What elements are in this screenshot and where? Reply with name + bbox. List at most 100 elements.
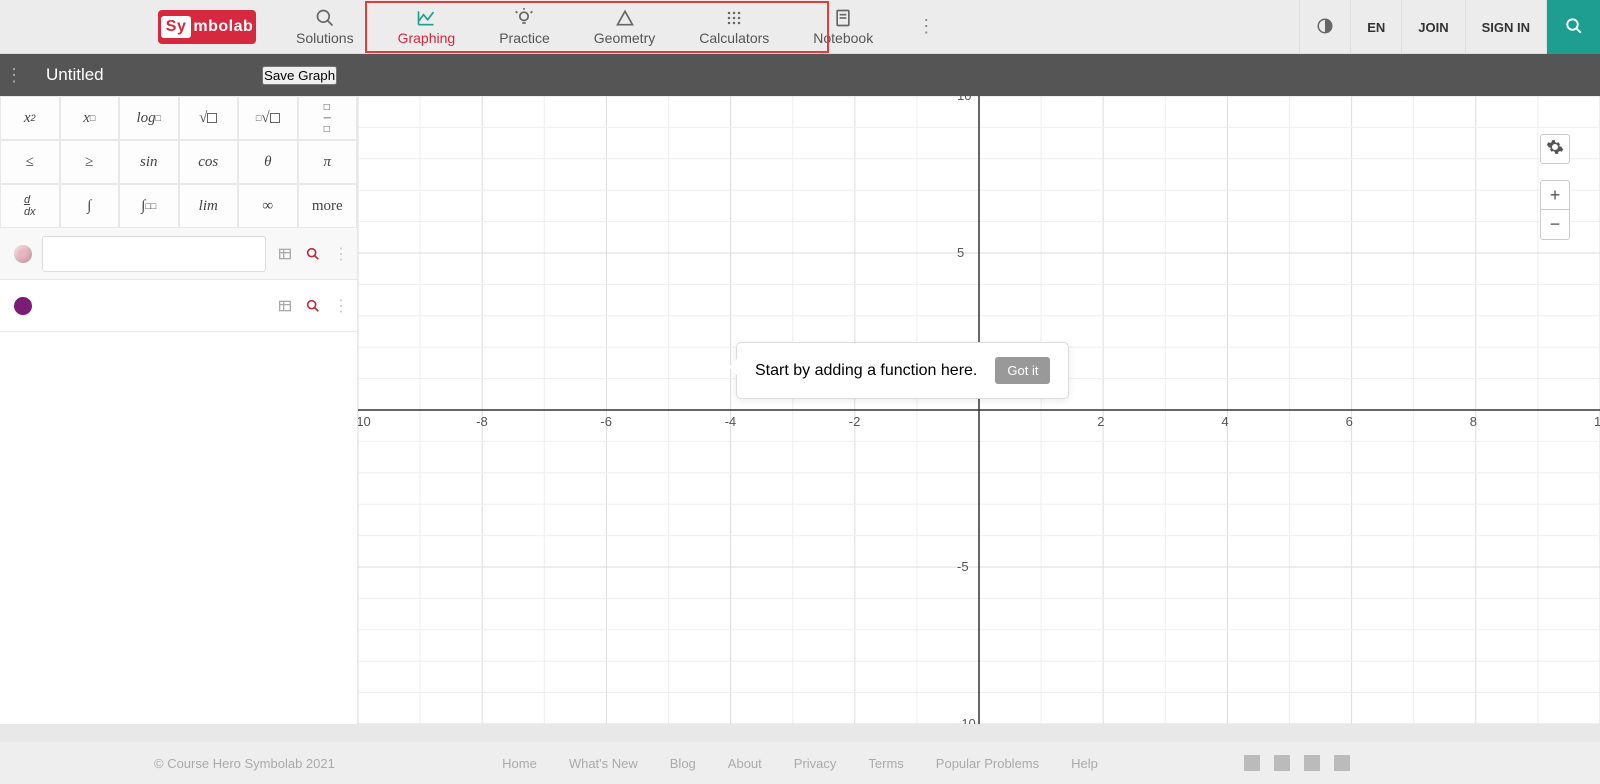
y-axis-label: 5 — [957, 245, 964, 260]
footer-link[interactable]: Popular Problems — [936, 756, 1039, 771]
color-picker-dot[interactable] — [14, 297, 32, 315]
logo-prefix: Sy — [161, 16, 192, 38]
theme-toggle[interactable] — [1299, 0, 1350, 54]
copyright: © Course Hero Symbolab 2021 — [154, 756, 335, 771]
footer-link[interactable]: Blog — [670, 756, 696, 771]
share-icon[interactable] — [1334, 755, 1350, 771]
search-icon — [315, 8, 335, 28]
keypad-key[interactable]: θ — [238, 140, 298, 184]
footer-link[interactable]: Privacy — [794, 756, 837, 771]
table-icon[interactable] — [274, 243, 296, 265]
keypad-key[interactable]: π — [298, 140, 358, 184]
keypad-key[interactable]: ≥ — [60, 140, 120, 184]
x-axis-label: 4 — [1221, 414, 1228, 429]
logo-suffix: mbolab — [193, 18, 253, 36]
keypad-key[interactable]: ∫□□ — [119, 184, 179, 228]
keypad-key[interactable]: □─□ — [298, 96, 358, 140]
tooltip-gotit-button[interactable]: Got it — [995, 357, 1050, 384]
math-keypad: x2x□log□√□√□─□ ≤≥sincosθπ ddx∫∫□□lim∞more — [0, 96, 357, 228]
x-axis-label: -8 — [476, 414, 488, 429]
logo[interactable]: Symbolab — [158, 10, 256, 44]
nav-label: Practice — [499, 30, 550, 46]
language-button[interactable]: EN — [1350, 0, 1401, 54]
zoom-in-button[interactable]: + — [1540, 180, 1570, 210]
more-menu-icon[interactable]: ⋮ — [909, 16, 943, 37]
keypad-key[interactable]: sin — [119, 140, 179, 184]
footer-links: Home What's New Blog About Privacy Terms Popul… — [502, 756, 1098, 771]
keypad-key[interactable]: x□ — [60, 96, 120, 140]
keypad-key[interactable]: log□ — [119, 96, 179, 140]
x-axis-label: 8 — [1470, 414, 1477, 429]
keypad-key[interactable]: □√ — [238, 96, 298, 140]
footer-link[interactable]: What's New — [569, 756, 638, 771]
footer-link[interactable]: About — [728, 756, 762, 771]
save-graph-button[interactable]: Save Graph — [262, 66, 337, 85]
analyze-icon[interactable] — [302, 243, 324, 265]
footer-link[interactable]: Terms — [868, 756, 903, 771]
x-axis-label: -6 — [600, 414, 612, 429]
keypad-key[interactable]: x2 — [0, 96, 60, 140]
top-navbar: Symbolab Solutions Graphing Practice Geo… — [0, 0, 1600, 54]
nav-solutions[interactable]: Solutions — [274, 0, 376, 54]
join-button[interactable]: JOIN — [1401, 0, 1464, 54]
nav-practice[interactable]: Practice — [477, 0, 572, 54]
graph-controls: + − — [1540, 134, 1570, 240]
footer-link[interactable]: Home — [502, 756, 537, 771]
triangle-icon — [615, 8, 635, 28]
x-axis-label: 10 — [1594, 414, 1600, 429]
footer-link[interactable]: Help — [1071, 756, 1098, 771]
keypad-key[interactable]: ddx — [0, 184, 60, 228]
x-axis-label: -4 — [725, 414, 737, 429]
search-icon — [1565, 17, 1583, 38]
gear-icon — [1546, 138, 1564, 161]
keypad-key[interactable]: lim — [179, 184, 239, 228]
graph-icon — [416, 8, 436, 28]
y-axis-label: 10 — [957, 96, 971, 103]
function-row: ⋮ — [0, 228, 357, 280]
graph-title[interactable]: Untitled — [46, 65, 104, 85]
keypad-key[interactable]: cos — [179, 140, 239, 184]
keypad-key[interactable]: ≤ — [0, 140, 60, 184]
table-icon[interactable] — [274, 295, 296, 317]
function-row: ⋮ — [0, 280, 357, 332]
y-axis-label: -10 — [957, 716, 976, 724]
keypad-key[interactable]: ∞ — [238, 184, 298, 228]
analyze-icon[interactable] — [302, 295, 324, 317]
x-axis-label: -2 — [849, 414, 861, 429]
keypad-key[interactable]: more — [298, 184, 358, 228]
nav-graphing[interactable]: Graphing — [376, 0, 478, 54]
drag-handle-icon[interactable]: ⋮ — [0, 65, 28, 86]
nav-geometry[interactable]: Geometry — [572, 0, 677, 54]
y-axis-label: -5 — [957, 559, 969, 574]
nav-notebook[interactable]: Notebook — [791, 0, 895, 54]
twitter-icon[interactable] — [1274, 755, 1290, 771]
graph-canvas[interactable]: Start by adding a function here. Got it … — [358, 96, 1600, 724]
row-menu-icon[interactable]: ⋮ — [333, 244, 349, 264]
nav-calculators[interactable]: Calculators — [677, 0, 791, 54]
keypad-key[interactable]: ∫ — [60, 184, 120, 228]
settings-button[interactable] — [1540, 134, 1570, 164]
mail-icon[interactable] — [1304, 755, 1320, 771]
row-menu-icon[interactable]: ⋮ — [333, 296, 349, 316]
left-sidebar: x2x□log□√□√□─□≤≥sincosθπddx∫∫□□lim∞more … — [0, 96, 358, 724]
footer: © Course Hero Symbolab 2021 Home What's N… — [0, 742, 1600, 784]
sub-toolbar: ⋮ Untitled Save Graph — [0, 54, 1600, 96]
notebook-icon — [833, 8, 853, 28]
grid-icon — [724, 8, 744, 28]
facebook-icon[interactable] — [1244, 755, 1260, 771]
onboarding-tooltip: Start by adding a function here. Got it — [736, 342, 1069, 399]
main-area: x2x□log□√□√□─□≤≥sincosθπddx∫∫□□lim∞more … — [0, 96, 1600, 724]
tooltip-text: Start by adding a function here. — [755, 362, 977, 380]
nav-label: Solutions — [296, 30, 354, 46]
zoom-out-button[interactable]: − — [1540, 210, 1570, 240]
nav-label: Graphing — [398, 30, 456, 46]
nav-label: Notebook — [813, 30, 873, 46]
search-button[interactable] — [1546, 0, 1600, 54]
bulb-icon — [514, 8, 534, 28]
function-input[interactable] — [42, 288, 266, 324]
signin-button[interactable]: SIGN IN — [1465, 0, 1546, 54]
function-input[interactable] — [42, 236, 266, 272]
color-picker-dot[interactable] — [14, 245, 32, 263]
keypad-key[interactable]: √ — [179, 96, 239, 140]
right-nav: EN JOIN SIGN IN — [1299, 0, 1600, 54]
